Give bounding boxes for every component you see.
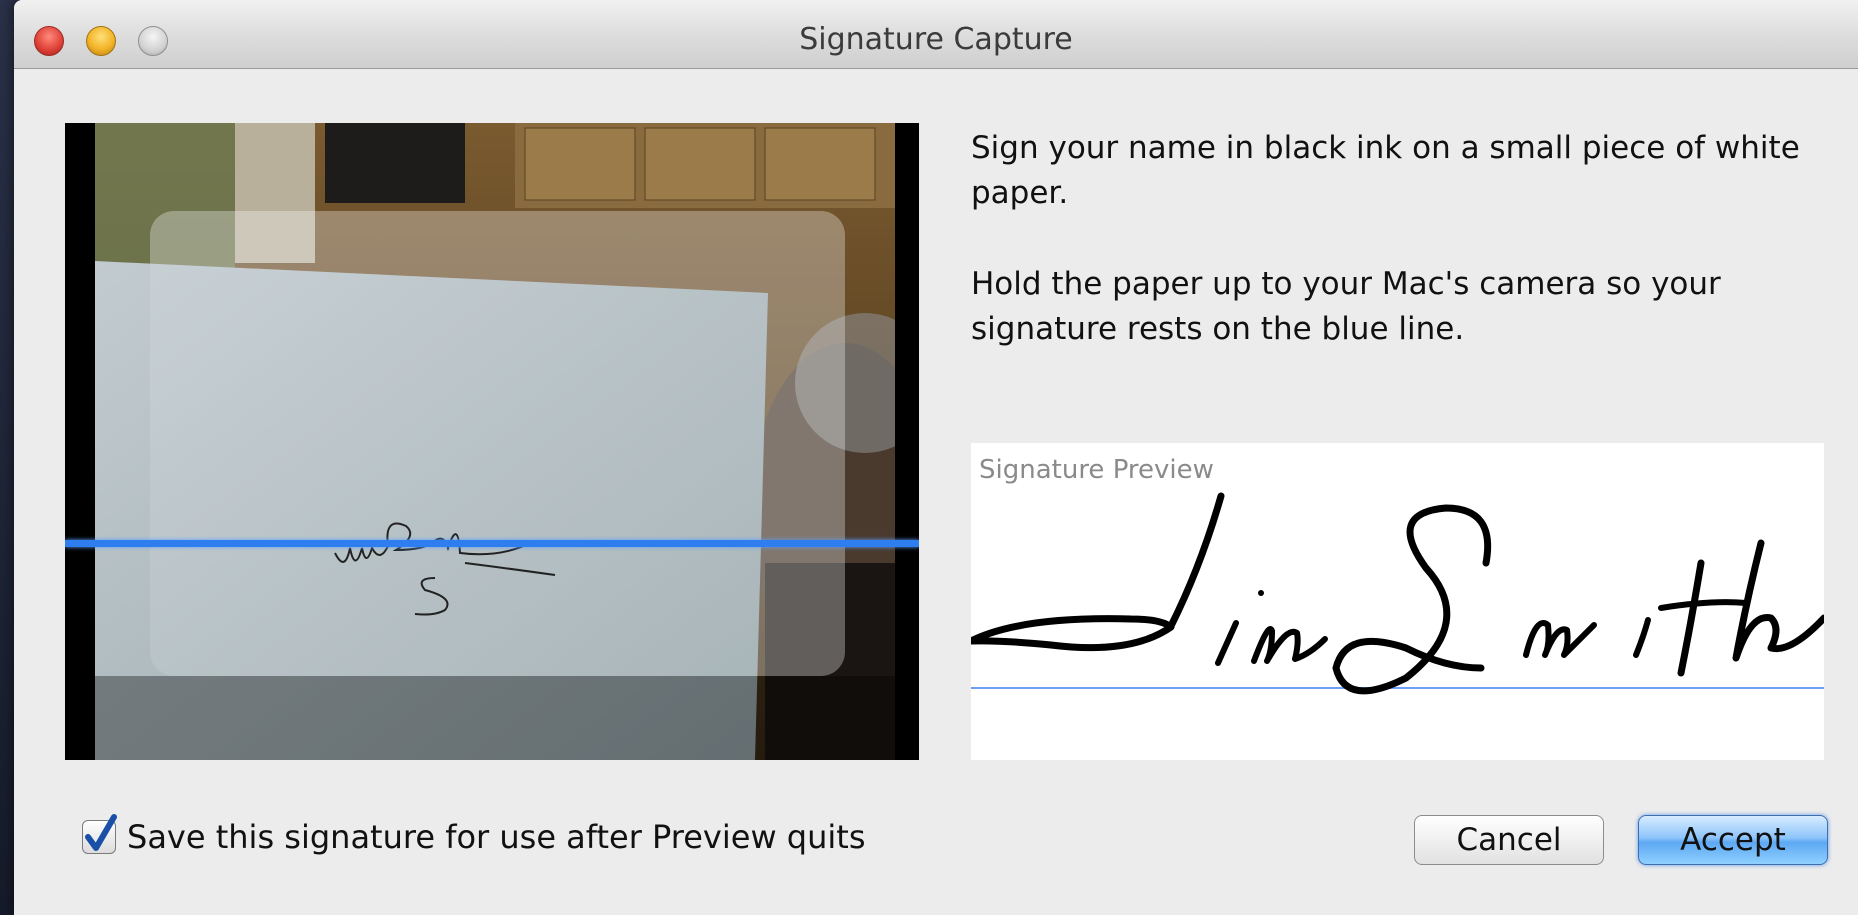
checkmark-icon [85,814,117,851]
window-title: Signature Capture [799,22,1073,57]
camera-view [65,123,919,760]
instructions: Sign your name in black ink on a small p… [971,126,1831,398]
instruction-sign: Sign your name in black ink on a small p… [971,130,1800,211]
cancel-button[interactable]: Cancel [1414,815,1604,865]
signature-preview: Signature Preview [971,443,1824,760]
signature-image [971,492,1824,695]
save-signature-checkbox[interactable] [82,814,117,854]
instruction-hold: Hold the paper up to your Mac's camera s… [971,266,1721,347]
camera-feed-image [65,123,919,760]
save-signature-label[interactable]: Save this signature for use after Previe… [127,818,865,856]
signature-capture-window: Signature Capture Sign your name in blac… [14,0,1858,915]
accept-button[interactable]: Accept [1638,815,1828,865]
signature-guide-line [65,540,919,547]
title-bar[interactable]: Signature Capture [14,0,1858,69]
